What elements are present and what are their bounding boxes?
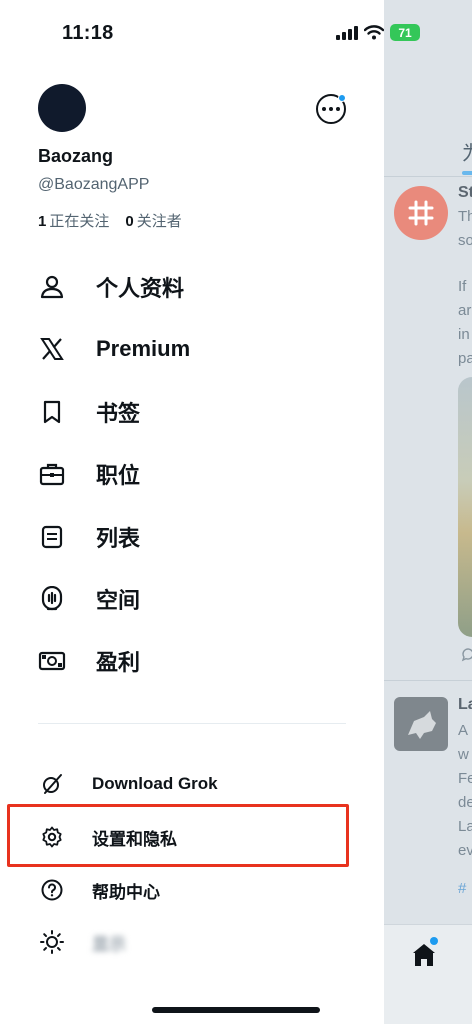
nav-item-label: 个人资料 — [96, 276, 185, 301]
nav-item-label: 书签 — [96, 401, 141, 426]
user-handle[interactable]: @BaozangAPP — [38, 176, 149, 194]
sun-icon — [38, 928, 66, 956]
background-post-text: w — [458, 746, 469, 763]
dot-icon — [322, 107, 326, 111]
side-drawer: 11:18 71 Baozang @BaozangAPP 1 正在关注 0 关注者 … — [0, 0, 420, 1024]
background-post-text: Fe — [458, 770, 472, 787]
followers-link[interactable]: 0 关注者 — [125, 210, 181, 231]
avatar[interactable] — [38, 84, 86, 132]
x-logo-icon — [38, 335, 66, 363]
following-count: 1 — [38, 213, 47, 230]
nav-item-label: 职位 — [96, 463, 141, 488]
divider — [38, 723, 346, 724]
reply-icon — [461, 648, 472, 662]
background-post-author: St — [458, 184, 472, 201]
background-post-text: ar — [458, 302, 472, 319]
home-icon[interactable] — [410, 941, 438, 969]
nav-item-spaces[interactable]: 空间 — [38, 579, 140, 619]
money-icon — [38, 647, 66, 675]
background-post-text: ev — [458, 842, 472, 859]
highlight-annotation — [7, 804, 349, 867]
background-post-image — [458, 377, 472, 637]
background-post-author: La — [458, 696, 472, 713]
help-icon — [38, 876, 66, 904]
background-tab-label: 为 — [462, 137, 472, 166]
display-label: 显示 — [92, 934, 126, 954]
nav-item-profile[interactable]: 个人资料 — [38, 267, 184, 307]
background-hashtag: # — [458, 880, 467, 897]
followers-label: 关注者 — [136, 213, 182, 230]
background-divider — [384, 176, 472, 177]
status-icons: 71 — [336, 24, 420, 41]
bull-logo-icon — [408, 711, 436, 739]
dot-icon — [329, 107, 333, 111]
hash-grid-icon — [408, 200, 434, 226]
list-icon — [38, 523, 66, 551]
nav-item-label: 盈利 — [96, 650, 141, 675]
person-icon — [38, 273, 66, 301]
nav-item-premium[interactable]: Premium — [38, 329, 190, 369]
following-label: 正在关注 — [49, 213, 110, 230]
nav-item-jobs[interactable]: 职位 — [38, 454, 140, 494]
display-item[interactable]: 显示 — [38, 927, 126, 957]
nav-item-label: Premium — [96, 336, 191, 361]
nav-item-label: 列表 — [96, 526, 141, 551]
help-center-item[interactable]: 帮助中心 — [38, 875, 160, 905]
status-time: 11:18 — [62, 22, 114, 44]
grok-icon — [38, 770, 66, 798]
dot-icon — [336, 107, 340, 111]
background-post-text: If — [458, 278, 467, 295]
notification-dot — [338, 94, 346, 102]
background-divider — [384, 680, 472, 681]
follow-stats: 1 正在关注 0 关注者 — [38, 210, 182, 231]
background-post-text: so — [458, 232, 472, 249]
nav-item-monetization[interactable]: 盈利 — [38, 641, 140, 681]
following-link[interactable]: 1 正在关注 — [38, 210, 109, 231]
background-tab-indicator — [462, 171, 472, 175]
background-timeline: 为 St Th so If ar in pa La A w Fe de La e… — [384, 0, 472, 1024]
download-grok-item[interactable]: Download Grok — [38, 769, 218, 799]
nav-item-lists[interactable]: 列表 — [38, 517, 140, 557]
download-grok-label: Download Grok — [92, 774, 218, 793]
nav-item-bookmarks[interactable]: 书签 — [38, 392, 140, 432]
background-post-text: de — [458, 794, 472, 811]
spaces-icon — [38, 585, 66, 613]
background-post-text: Th — [458, 208, 472, 225]
background-post-text: in — [458, 326, 470, 343]
bookmark-icon — [38, 398, 66, 426]
followers-count: 0 — [125, 213, 134, 230]
background-post-text: La — [458, 818, 472, 835]
background-post-avatar — [394, 697, 448, 751]
battery-indicator: 71 — [390, 24, 420, 41]
background-post-text: pa — [458, 350, 472, 367]
display-name[interactable]: Baozang — [38, 146, 113, 167]
briefcase-icon — [38, 460, 66, 488]
bottom-tab-bar — [384, 924, 472, 1024]
wifi-icon — [364, 25, 384, 40]
background-post-text: A — [458, 722, 469, 739]
background-post-avatar — [394, 186, 448, 240]
home-indicator — [152, 1007, 320, 1013]
cellular-signal-icon — [336, 25, 358, 40]
nav-item-label: 空间 — [96, 588, 141, 613]
help-center-label: 帮助中心 — [92, 882, 160, 902]
notification-dot — [430, 937, 438, 945]
